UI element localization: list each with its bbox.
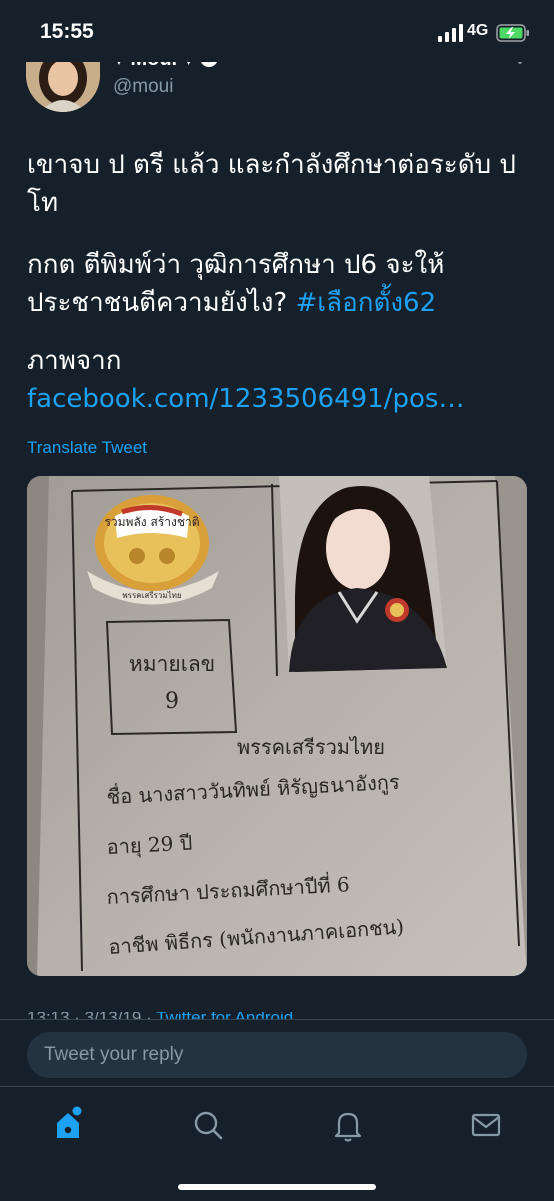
reply-bar: Tweet your reply	[0, 1019, 554, 1086]
search-icon[interactable]	[188, 1105, 228, 1145]
battery-charging-icon	[496, 24, 529, 42]
logo-text: รวมพลัง สร้างชาติ	[104, 515, 199, 529]
party-name: พรรคเสรีรวมไทย	[237, 735, 385, 759]
reply-input[interactable]: Tweet your reply	[27, 1032, 527, 1078]
translate-tweet-link[interactable]: Translate Tweet	[27, 438, 147, 458]
logo-caption: พรรคเสรีรวมไทย	[122, 591, 181, 600]
url-link[interactable]: facebook.com/1233506491/pos…	[27, 384, 464, 414]
candidate-number: 9	[165, 689, 179, 714]
tweet-photo[interactable]: รวมพลัง สร้างชาติ พรรคเสรีรวมไทย หมายเลข…	[27, 476, 527, 976]
home-indicator	[178, 1184, 376, 1190]
status-bar: 15:55 4G	[0, 0, 554, 62]
network-type: 4G	[467, 22, 489, 39]
author-handle[interactable]: @moui	[113, 76, 173, 98]
number-label: หมายเลข	[129, 652, 215, 676]
notifications-bell-icon[interactable]	[328, 1105, 368, 1145]
signal-icon	[438, 24, 463, 42]
messages-envelope-icon[interactable]	[466, 1105, 506, 1145]
tweet-text-paragraph-1: เขาจบ ป ตรี แล้ว และกำลังศึกษาต่อระดับ ป…	[27, 150, 516, 218]
tweet-text-paragraph-3: ภาพจาก facebook.com/1233506491/pos…	[27, 342, 527, 418]
tweet-text-paragraph-2: กกต ตีพิมพ์ว่า วุฒิการศึกษา ป6 จะให้ประช…	[27, 246, 527, 322]
candidate-portrait	[279, 476, 447, 672]
home-icon[interactable]	[48, 1105, 88, 1145]
hashtag-link[interactable]: #เลือกตั้ง62	[295, 288, 436, 318]
status-time: 15:55	[40, 20, 94, 43]
tweet-text: ภาพจาก	[27, 346, 122, 376]
